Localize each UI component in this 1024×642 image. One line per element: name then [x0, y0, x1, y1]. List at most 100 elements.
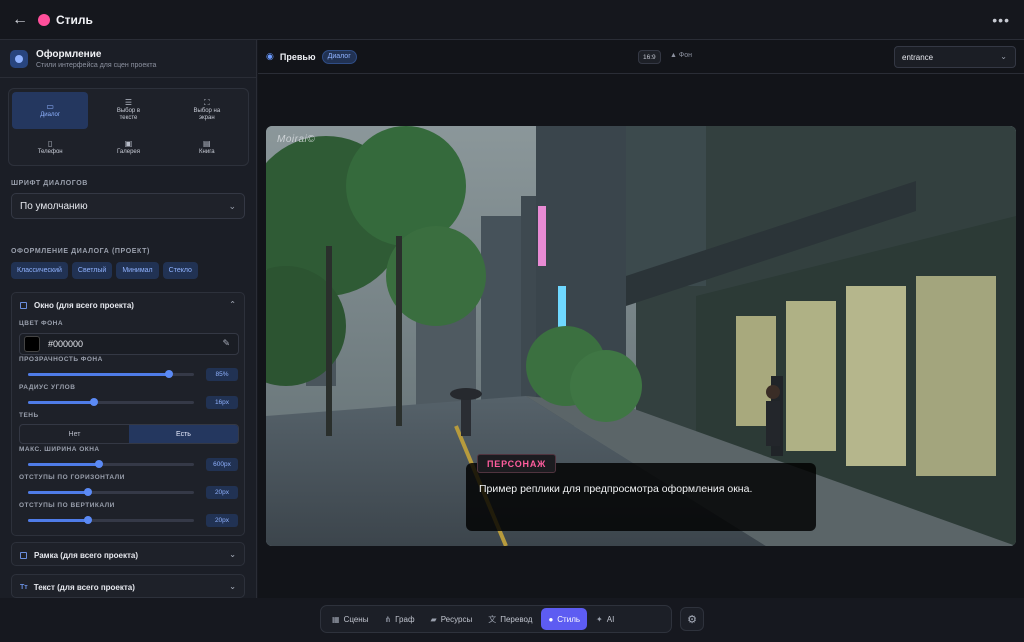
opacity-label: ПРОЗРАЧНОСТЬ ФОНА	[19, 356, 103, 363]
chevron-down-icon: ⌄	[229, 550, 236, 559]
frame-panel[interactable]: Рамка (для всего проекта) ⌄	[11, 542, 245, 566]
mode-text-choice[interactable]: ☰ Выбор в тексте	[90, 92, 166, 129]
pencil-icon[interactable]: ✎	[222, 338, 230, 349]
shadow-on-option[interactable]: Есть	[129, 425, 238, 443]
slider-knob[interactable]	[83, 516, 92, 524]
shadow-toggle: Нет Есть	[19, 424, 239, 444]
mode-screen-choice[interactable]: ⛶ Выбор на экран	[169, 92, 245, 129]
preset-light[interactable]: Светлый	[71, 262, 113, 279]
bg-color-field[interactable]: #000000 ✎	[19, 333, 239, 355]
radius-label: РАДИУС УГЛОВ	[19, 384, 76, 391]
panel-title: Рамка (для всего проекта)	[34, 550, 139, 560]
tab-translate[interactable]: 文 Перевод	[481, 608, 539, 630]
panel-title: Текст (для всего проекта)	[33, 582, 135, 592]
preset-list: Классический Светлый Минимал Стекло	[11, 262, 198, 279]
font-select[interactable]: По умолчанию ⌄	[11, 193, 245, 219]
opacity-value: 85%	[206, 368, 238, 381]
preset-classic[interactable]: Классический	[11, 262, 68, 279]
frame-panel-header[interactable]: Рамка (для всего проекта) ⌄	[12, 543, 244, 567]
tab-ai[interactable]: ✦ AI	[589, 608, 621, 630]
tab-label: Граф	[395, 614, 415, 624]
gallery-icon: ▣	[124, 139, 133, 148]
width-label: МАКС. ШИРИНА ОКНА	[19, 446, 100, 453]
tab-resources[interactable]: ▰ Ресурсы	[424, 608, 480, 630]
slider-knob[interactable]	[95, 460, 104, 468]
top-bar: ← Стиль •••	[0, 0, 1024, 40]
square-icon	[20, 551, 27, 559]
slider-knob[interactable]	[90, 398, 99, 406]
sparkle-icon: ✦	[596, 614, 603, 624]
hpad-value: 20px	[206, 486, 238, 499]
slider-knob[interactable]	[83, 488, 92, 496]
window-panel-header[interactable]: Окно (для всего проекта) ⌃	[12, 293, 244, 317]
palette-icon	[38, 13, 50, 26]
vpad-slider[interactable]	[28, 516, 194, 524]
tab-graph[interactable]: ⋔ Граф	[377, 608, 421, 630]
scene-select-value: entrance	[902, 52, 934, 62]
tab-scenes[interactable]: ▦ Сцены	[325, 608, 375, 630]
mode-gallery[interactable]: ▣ Галерея	[90, 131, 166, 165]
font-section-label: ШРИФТ ДИАЛОГОВ	[11, 180, 88, 187]
list-icon: ☰	[124, 98, 133, 107]
aspect-ratio-badge[interactable]: 16:9	[638, 50, 661, 64]
opacity-slider[interactable]	[28, 370, 194, 378]
back-button[interactable]: ←	[0, 0, 40, 40]
bg-color-label: ЦВЕТ ФОНА	[19, 320, 64, 327]
phone-icon: ▯	[47, 139, 53, 148]
dialog-style-label: ОФОРМЛЕНИЕ ДИАЛОГА (ПРОЕКТ)	[11, 248, 150, 255]
eye-icon: ◉	[266, 51, 274, 61]
text-panel[interactable]: Tт Текст (для всего проекта) ⌄	[11, 574, 245, 598]
preset-minimal[interactable]: Минимал	[116, 262, 159, 279]
mode-label: Диалог	[40, 111, 61, 118]
preview-header: ◉ Превью Диалог 16:9 ▲ Фон entrance ⌄	[258, 40, 1024, 74]
chat-icon: ▭	[46, 101, 54, 111]
mode-grid: ▭ Диалог ☰ Выбор в тексте ⛶ Выбор на экр…	[8, 88, 249, 166]
sidebar-title: Оформление	[36, 48, 102, 60]
tab-style[interactable]: ● Стиль	[541, 608, 588, 630]
shadow-off-option[interactable]: Нет	[20, 425, 129, 443]
color-swatch[interactable]	[24, 336, 40, 352]
sidebar-subtitle: Стили интерфейса для сцен проекта	[36, 61, 157, 69]
mode-badge: Диалог	[321, 49, 357, 64]
mode-book[interactable]: ▤ Книга	[169, 131, 245, 165]
panel-title: Окно (для всего проекта)	[34, 300, 134, 310]
hpad-slider[interactable]	[28, 488, 194, 496]
mode-label: Галерея	[116, 149, 140, 155]
mode-phone[interactable]: ▯ Телефон	[12, 131, 88, 165]
mode-dialog[interactable]: ▭ Диалог	[12, 92, 89, 129]
dialog-line: Пример реплики для предпросмотра оформле…	[479, 483, 753, 495]
scene-select[interactable]: entrance ⌄	[894, 46, 1016, 68]
mountain-icon: ▲	[670, 52, 679, 59]
width-value: 600px	[206, 458, 238, 471]
arrow-left-icon: ←	[12, 10, 28, 28]
more-horizontal-icon[interactable]: •••	[992, 12, 1010, 28]
fullscreen-icon: ⛶	[204, 98, 210, 107]
page-title: Стиль	[56, 12, 93, 27]
text-panel-header[interactable]: Tт Текст (для всего проекта) ⌄	[12, 575, 244, 598]
square-icon	[20, 301, 27, 309]
chevron-up-icon: ⌃	[229, 300, 236, 309]
chevron-down-icon: ⌄	[1000, 52, 1007, 61]
bottom-dock: ▦ Сцены ⋔ Граф ▰ Ресурсы 文 Перевод ● Стиль ✦ A…	[320, 605, 672, 633]
preset-glass[interactable]: Стекло	[162, 262, 198, 279]
tab-label: Перевод	[500, 614, 533, 624]
mode-label: Выбор в тексте	[116, 108, 141, 121]
watermark: Moirai©	[277, 134, 316, 145]
vpad-label: ОТСТУПЫ ПО ВЕРТИКАЛИ	[19, 502, 115, 509]
background-label: ▲ Фон	[670, 52, 692, 59]
folder-icon: ▰	[430, 614, 437, 624]
width-slider[interactable]	[28, 460, 194, 468]
style-sidebar: Оформление Стили интерфейса для сцен про…	[0, 40, 257, 598]
preview-area: ◉ Превью Диалог 16:9 ▲ Фон entrance ⌄ Mo…	[258, 40, 1024, 598]
slider-knob[interactable]	[165, 370, 174, 378]
radius-slider[interactable]	[28, 398, 194, 406]
vpad-value: 20px	[206, 514, 238, 527]
tab-label: Сцены	[343, 614, 369, 624]
window-panel: Окно (для всего проекта) ⌃ ЦВЕТ ФОНА #00…	[11, 292, 245, 536]
hpad-label: ОТСТУПЫ ПО ГОРИЗОНТАЛИ	[19, 474, 125, 481]
gear-icon[interactable]: ⚙	[680, 607, 704, 631]
mode-label: Книга	[199, 149, 215, 155]
tab-label: Ресурсы	[440, 614, 473, 624]
bg-color-value: #000000	[48, 339, 84, 349]
palette-icon: ●	[548, 614, 554, 624]
